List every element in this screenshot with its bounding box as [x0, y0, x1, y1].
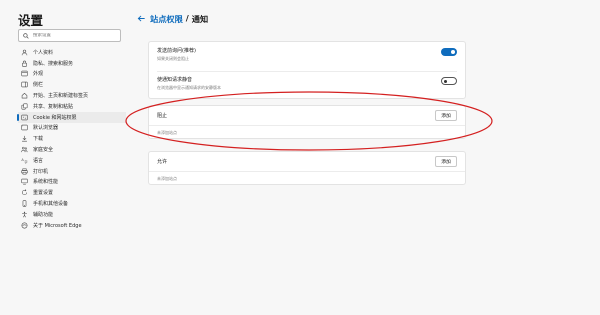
sidebar-item-14[interactable]: 手机和其他设备	[18, 198, 126, 209]
divider	[149, 125, 465, 126]
allow-add-button[interactable]: 添加	[435, 156, 457, 167]
sidebar-item-label: 下载	[33, 136, 44, 143]
sidebar-item-label: 打印机	[33, 168, 49, 175]
block-card: 阻止 添加 未添加站点	[148, 105, 466, 139]
back-arrow-icon[interactable]	[137, 14, 146, 23]
block-title: 阻止	[157, 113, 168, 119]
sidebar-item-10[interactable]: A 字语言	[18, 155, 126, 166]
quiet-requests-toggle[interactable]	[441, 77, 457, 85]
sidebar-item-label: 侧栏	[33, 82, 44, 89]
settings-sidebar: 设置 个人资料隐私、搜索和服务外观侧栏开始、主页和新建标签页共享、复制和粘贴 Co…	[0, 0, 128, 315]
edge-icon	[21, 222, 28, 229]
accessibility-icon	[21, 211, 28, 218]
sidebar-item-8[interactable]: 下载	[18, 133, 126, 144]
quiet-requests-title: 使通知请求静音	[157, 77, 193, 83]
sidebar-item-7[interactable]: 默认浏览器	[18, 123, 126, 134]
search-input[interactable]	[33, 33, 118, 38]
sidebar-item-label: 辅助功能	[33, 211, 54, 218]
quiet-requests-row: 使通知请求静音 在浏览器中显示通知请求的安静版本	[157, 71, 457, 95]
sidebar-item-label: 共享、复制和粘贴	[33, 103, 74, 110]
breadcrumb: 站点权限 / 通知	[150, 13, 208, 25]
allow-empty-text: 未添加站点	[157, 176, 177, 181]
allow-card: 允许 添加 未添加站点	[148, 151, 466, 185]
reset-icon	[21, 189, 28, 196]
sidebar-item-label: 默认浏览器	[33, 125, 59, 132]
sidebar-item-label: 隐私、搜索和服务	[33, 60, 74, 67]
sidebar-item-4[interactable]: 开始、主页和新建标签页	[18, 90, 126, 101]
block-empty-text: 未添加站点	[157, 130, 177, 135]
ask-before-send-title: 发送前询问(推荐)	[157, 48, 196, 54]
sidebar-item-0[interactable]: 个人资料	[18, 47, 126, 58]
page-title: 通知	[191, 14, 209, 24]
home-icon	[21, 92, 28, 99]
sidebar-item-13[interactable]: 重置设置	[18, 187, 126, 198]
divider	[149, 171, 465, 172]
search-box[interactable]	[18, 29, 121, 42]
language-icon: A字	[21, 157, 28, 164]
browser-icon	[21, 124, 28, 131]
settings-nav: 个人资料隐私、搜索和服务 外观侧栏开始、主页和新建标签页 共享、复制和粘贴 Cooki…	[17, 47, 126, 231]
sidebar-item-16[interactable]: 关于 Microsoft Edge	[18, 220, 126, 231]
sidebar-item-12[interactable]: 系统和性能	[18, 177, 126, 188]
settings-title: 设置	[18, 13, 44, 28]
sidebar-item-1[interactable]: 隐私、搜索和服务	[18, 58, 126, 69]
sidebar-item-3[interactable]: 侧栏	[18, 79, 126, 90]
share-icon	[21, 103, 28, 110]
breadcrumb-site-permissions[interactable]: 站点权限	[150, 13, 183, 25]
quiet-requests-desc: 在浏览器中显示通知请求的安静版本	[157, 85, 221, 90]
sidebar-item-9[interactable]: 家庭安全	[18, 144, 126, 155]
sidebar-item-label: 关于 Microsoft Edge	[33, 222, 82, 229]
notification-toggles-card: 发送前询问(推荐) 如果关闭则会阻止 使通知请求静音 在浏览器中显示通知请求的安…	[148, 41, 466, 99]
person-icon	[21, 49, 28, 56]
sidebar-item-label: 手机和其他设备	[33, 201, 69, 208]
allow-title: 允许	[157, 159, 168, 165]
sidebar-item-label: Cookie 和网站权限	[33, 114, 77, 121]
sidebar-item-5[interactable]: 共享、复制和粘贴	[18, 101, 126, 112]
printer-icon	[21, 168, 28, 175]
appearance-icon	[21, 70, 28, 77]
block-add-button[interactable]: 添加	[435, 110, 457, 121]
sidebar-item-label: 个人资料	[33, 49, 54, 56]
sidebar-item-11[interactable]: 打印机	[18, 166, 126, 177]
sidebar-item-label: 系统和性能	[33, 179, 59, 186]
search-icon	[23, 32, 29, 39]
ask-before-send-toggle[interactable]	[441, 48, 457, 56]
sidebar-icon	[21, 81, 28, 88]
sidebar-item-2[interactable]: 外观	[18, 69, 126, 80]
sidebar-item-label: 语言	[33, 157, 44, 164]
sidebar-item-label: 开始、主页和新建标签页	[33, 93, 89, 100]
download-icon	[21, 135, 28, 142]
ask-before-send-desc: 如果关闭则会阻止	[157, 56, 189, 61]
sidebar-item-15[interactable]: 辅助功能	[18, 209, 126, 220]
family-icon	[21, 146, 28, 153]
sidebar-item-label: 重置设置	[33, 190, 54, 197]
sidebar-item-6[interactable]: Cookie 和网站权限	[17, 111, 126, 123]
lock-icon	[21, 60, 28, 67]
svg-text:字: 字	[24, 159, 27, 164]
ask-before-send-row: 发送前询问(推荐) 如果关闭则会阻止	[157, 42, 457, 66]
phone-icon	[21, 200, 28, 207]
sidebar-item-label: 外观	[33, 71, 44, 78]
breadcrumb-separator: /	[185, 13, 189, 23]
sidebar-item-label: 家庭安全	[33, 147, 54, 154]
cookie-icon	[21, 114, 28, 121]
system-icon	[21, 178, 28, 185]
